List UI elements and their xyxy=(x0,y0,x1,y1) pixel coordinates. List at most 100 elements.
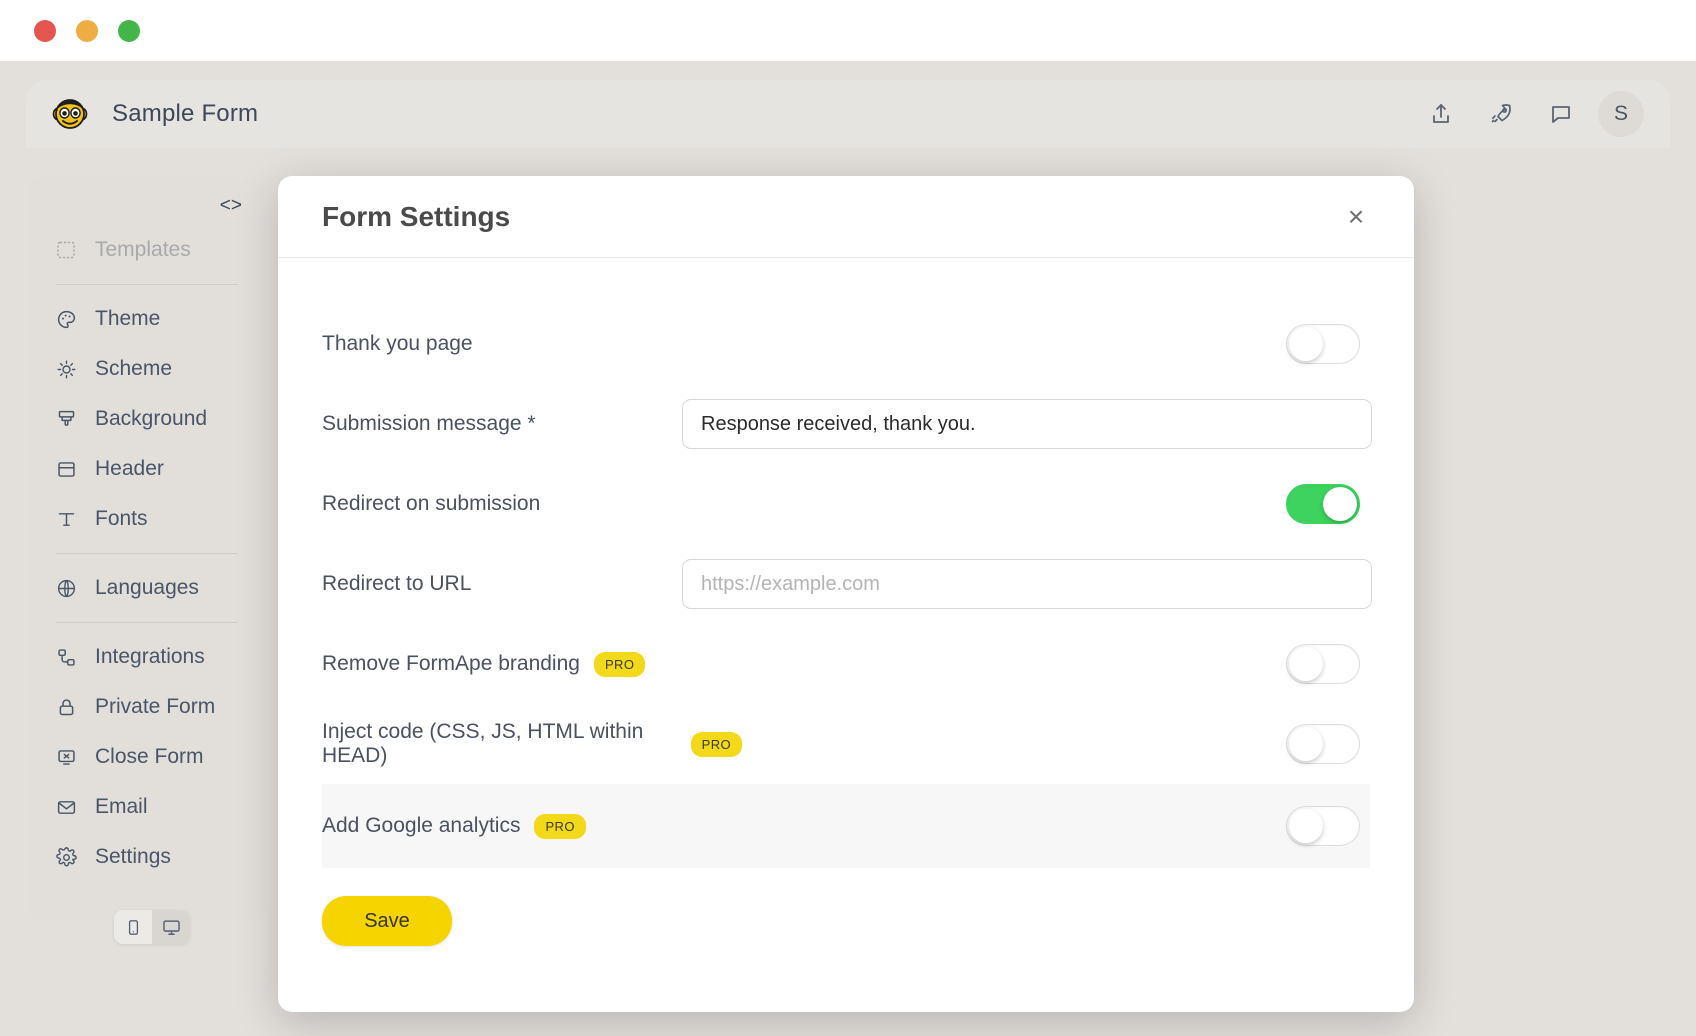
toggle-knob xyxy=(1289,727,1323,761)
sidebar-item-label: Languages xyxy=(95,576,199,599)
modal-footer: Save xyxy=(322,868,1370,946)
sidebar-item-fonts[interactable]: Fonts xyxy=(26,494,266,544)
envelope-icon xyxy=(54,795,78,819)
toolbar-actions: S xyxy=(1418,91,1644,137)
save-button[interactable]: Save xyxy=(322,896,452,946)
sidebar-item-label: Theme xyxy=(95,307,161,330)
paintbrush-icon xyxy=(54,407,78,431)
window-close-icon[interactable] xyxy=(34,19,56,42)
setting-label: Remove FormApe branding PRO xyxy=(322,651,682,677)
setting-row-thank-you-page: Thank you page xyxy=(322,304,1370,384)
google-analytics-label: Add Google analytics xyxy=(322,814,521,837)
templates-icon xyxy=(54,238,78,262)
sidebar-header: <> xyxy=(26,190,266,225)
google-analytics-toggle[interactable] xyxy=(1286,806,1360,846)
inject-code-toggle[interactable] xyxy=(1286,724,1360,764)
setting-row-inject-code: Inject code (CSS, JS, HTML within HEAD) … xyxy=(322,704,1370,784)
setting-control xyxy=(682,484,1360,524)
share-icon[interactable] xyxy=(1418,91,1464,137)
close-icon[interactable]: × xyxy=(1338,199,1374,235)
comment-icon[interactable] xyxy=(1538,91,1584,137)
avatar[interactable]: S xyxy=(1598,91,1644,137)
palette-icon xyxy=(54,307,78,331)
brightness-icon xyxy=(54,357,78,381)
setting-label: Submission message * xyxy=(322,412,682,436)
setting-control xyxy=(682,399,1372,449)
rocket-icon[interactable] xyxy=(1478,91,1524,137)
remove-branding-label: Remove FormApe branding xyxy=(322,652,580,675)
sidebar-item-templates[interactable]: Templates xyxy=(26,225,266,275)
close-form-icon xyxy=(54,745,78,769)
mobile-icon[interactable] xyxy=(114,910,152,944)
lock-icon xyxy=(54,695,78,719)
sidebar-item-scheme[interactable]: Scheme xyxy=(26,344,266,394)
sidebar-item-header[interactable]: Header xyxy=(26,444,266,494)
window-maximize-icon[interactable] xyxy=(118,19,140,42)
setting-label: Inject code (CSS, JS, HTML within HEAD) … xyxy=(322,720,742,768)
modal-header: Form Settings × xyxy=(278,176,1414,258)
desktop-icon[interactable] xyxy=(152,910,190,944)
thank-you-page-label: Thank you page xyxy=(322,332,473,355)
sidebar-item-label: Templates xyxy=(95,238,191,261)
sidebar-divider xyxy=(56,553,238,554)
sidebar-item-label: Integrations xyxy=(95,645,205,668)
setting-control xyxy=(682,324,1360,364)
setting-label: Add Google analytics PRO xyxy=(322,813,682,839)
setting-row-google-analytics: Add Google analytics PRO xyxy=(322,784,1370,868)
traffic-light-controls xyxy=(34,19,140,42)
sidebar-item-integrations[interactable]: Integrations xyxy=(26,632,266,682)
toggle-knob xyxy=(1323,487,1357,521)
sidebar-item-label: Private Form xyxy=(95,695,216,718)
sidebar-item-label: Background xyxy=(95,407,208,430)
remove-branding-toggle[interactable] xyxy=(1286,644,1360,684)
app-window: Sample Form S <> Templates Theme Scheme … xyxy=(0,0,1696,1036)
pro-badge: PRO xyxy=(534,813,586,839)
sidebar-divider xyxy=(56,622,238,623)
setting-label: Thank you page xyxy=(322,332,682,356)
toggle-knob xyxy=(1289,327,1323,361)
setting-row-remove-branding: Remove FormApe branding PRO xyxy=(322,624,1370,704)
sidebar-item-label: Fonts xyxy=(95,507,148,530)
window-minimize-icon[interactable] xyxy=(76,19,98,42)
setting-row-submission-message: Submission message * xyxy=(322,384,1372,464)
gear-icon xyxy=(54,845,78,869)
redirect-on-submission-toggle[interactable] xyxy=(1286,484,1360,524)
sidebar-item-email[interactable]: Email xyxy=(26,782,266,832)
setting-control xyxy=(742,724,1360,764)
form-title[interactable]: Sample Form xyxy=(112,100,258,128)
form-brand: Sample Form xyxy=(48,92,258,136)
sidebar-item-settings[interactable]: Settings xyxy=(26,832,266,882)
setting-label: Redirect to URL xyxy=(322,572,682,596)
sidebar-item-theme[interactable]: Theme xyxy=(26,294,266,344)
sidebar-item-label: Scheme xyxy=(95,357,173,380)
setting-row-redirect-to-url: Redirect to URL xyxy=(322,544,1372,624)
redirect-to-url-label: Redirect to URL xyxy=(322,572,472,595)
inject-code-label: Inject code (CSS, JS, HTML within HEAD) xyxy=(322,720,644,767)
sidebar-item-label: Close Form xyxy=(95,745,204,768)
submission-message-label: Submission message * xyxy=(322,412,536,435)
setting-control xyxy=(682,559,1372,609)
code-view-icon[interactable]: <> xyxy=(220,196,242,215)
header-icon xyxy=(54,457,78,481)
text-icon xyxy=(54,507,78,531)
sidebar: <> Templates Theme Scheme Background Hea… xyxy=(26,178,266,944)
app-toolbar: Sample Form S xyxy=(26,80,1670,148)
redirect-to-url-input[interactable] xyxy=(682,559,1372,609)
setting-row-redirect-on-submission: Redirect on submission xyxy=(322,464,1370,544)
sidebar-divider xyxy=(56,284,238,285)
submission-message-input[interactable] xyxy=(682,399,1372,449)
setting-control xyxy=(682,644,1360,684)
sidebar-item-close-form[interactable]: Close Form xyxy=(26,732,266,782)
setting-control xyxy=(682,806,1360,846)
sidebar-item-background[interactable]: Background xyxy=(26,394,266,444)
sidebar-nav: Templates Theme Scheme Background Header… xyxy=(26,225,266,882)
sidebar-item-languages[interactable]: Languages xyxy=(26,563,266,613)
sidebar-item-label: Header xyxy=(95,457,164,480)
window-titlebar xyxy=(0,0,1696,62)
pro-badge: PRO xyxy=(690,731,742,757)
device-view-toggle xyxy=(114,910,190,944)
modal-body: Thank you page Submission message * Resp… xyxy=(278,258,1414,946)
sidebar-item-private-form[interactable]: Private Form xyxy=(26,682,266,732)
thank-you-page-toggle[interactable] xyxy=(1286,324,1360,364)
globe-icon xyxy=(54,576,78,600)
